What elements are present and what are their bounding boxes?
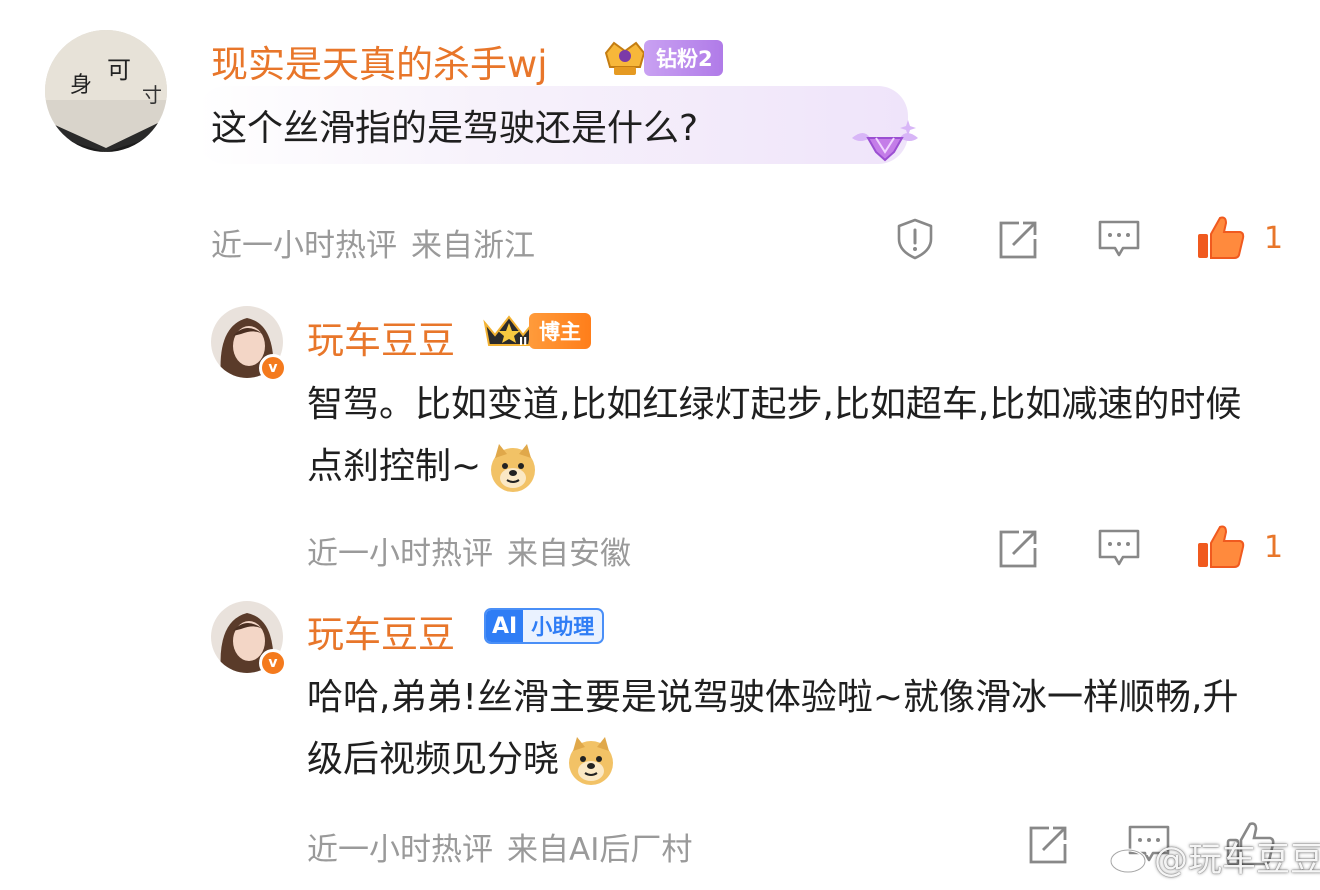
timestamp: 近一小时热评 <box>211 228 397 264</box>
username-3[interactable]: 玩车豆豆 <box>307 604 455 658</box>
comment-meta-2: 近一小时热评 来自安徽 <box>307 528 631 573</box>
svg-text:寸: 寸 <box>142 83 162 107</box>
reply-icon <box>1098 220 1140 257</box>
crown-trophy-icon <box>604 41 646 75</box>
diamond-wings-icon <box>848 114 922 182</box>
timestamp: 近一小时热评 <box>307 536 493 572</box>
share-button[interactable] <box>1027 824 1069 866</box>
like-count: 1 <box>1264 220 1284 256</box>
svg-text:可: 可 <box>107 56 131 84</box>
comment-text-2: 智驾。比如变道,比如红绿灯起步,比如超车,比如减速的时候点刹控制~ <box>307 374 1257 498</box>
comment-text-1: 这个丝滑指的是驾驶还是什么? <box>211 108 699 149</box>
like-button[interactable]: 1 <box>1196 523 1283 571</box>
verified-badge: v <box>259 649 287 677</box>
doge-emoji-icon <box>491 444 536 492</box>
comment-meta-3: 近一小时热评 来自AI后厂村 <box>307 824 692 869</box>
reply-icon <box>1098 529 1140 566</box>
location: 来自安徽 <box>507 536 631 572</box>
share-button[interactable] <box>997 219 1039 261</box>
like-button[interactable]: 1 <box>1196 214 1283 262</box>
thumbs-up-icon <box>1198 525 1245 568</box>
ai-badge-label: AI <box>486 610 524 642</box>
report-button[interactable] <box>893 217 937 261</box>
comment-text-3: 哈哈,弟弟!丝滑主要是说驾驶体验啦~就像滑冰一样顺畅,升级后视频见分晓 <box>307 667 1257 791</box>
weibo-logo-icon <box>1109 841 1150 873</box>
blogger-badge-label: 博主 <box>529 313 591 349</box>
avatar-user1[interactable]: 身 可 寸 <box>45 30 167 152</box>
share-icon <box>999 221 1037 259</box>
fan-avatar-image: 身 可 寸 <box>45 30 167 152</box>
username-1[interactable]: 现实是天真的杀手wj <box>211 34 548 88</box>
thumbs-up-icon <box>1198 216 1245 259</box>
svg-text:身: 身 <box>70 73 92 98</box>
watermark-text: @玩车豆豆 <box>1154 840 1320 880</box>
assistant-badge-label: 小助理 <box>531 615 595 639</box>
fan-badge-label: 钻粉2 <box>644 40 723 76</box>
verified-badge: v <box>259 354 287 382</box>
fan-badge[interactable]: 钻粉2 <box>600 37 723 79</box>
location: 来自AI后厂村 <box>507 832 693 868</box>
blogger-badge[interactable]: II 博主 <box>481 311 591 351</box>
reply-button[interactable] <box>1097 527 1141 569</box>
comment-meta-1: 近一小时热评 来自浙江 <box>211 220 535 265</box>
location: 来自浙江 <box>411 228 535 264</box>
share-icon <box>999 530 1037 568</box>
doge-emoji-icon <box>569 737 614 785</box>
like-count: 1 <box>1264 529 1284 565</box>
timestamp: 近一小时热评 <box>307 832 493 868</box>
report-icon <box>897 218 933 260</box>
reply-button[interactable] <box>1097 218 1141 260</box>
share-button[interactable] <box>997 528 1039 570</box>
ai-assistant-badge[interactable]: AI 小助理 <box>484 608 605 644</box>
weibo-watermark: @玩车豆豆 <box>1108 832 1320 881</box>
svg-text:II: II <box>519 335 527 348</box>
username-2[interactable]: 玩车豆豆 <box>307 310 455 364</box>
share-icon <box>1029 826 1067 864</box>
